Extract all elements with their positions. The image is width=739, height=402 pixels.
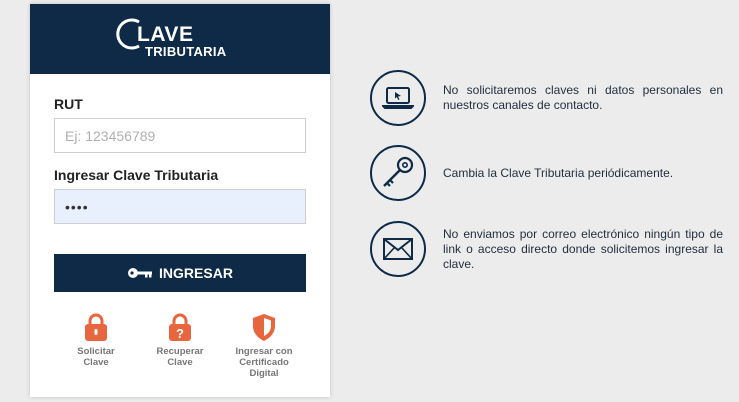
certificate-login-link[interactable]: Ingresar con Certificado Digital — [222, 312, 306, 379]
tip-no-email-links-text: No enviamos por correo electrónico ningú… — [443, 226, 723, 271]
login-button[interactable]: INGRESAR — [54, 254, 306, 292]
tip-change-key: Cambia la Clave Tributaria periódicament… — [370, 145, 732, 201]
key-icon — [127, 267, 153, 279]
certificate-login-label: Ingresar con Certificado Digital — [235, 346, 293, 379]
rut-input[interactable] — [54, 118, 306, 153]
login-card: LAVE TRIBUTARIA RUT Ingresar Clave Tribu… — [30, 4, 330, 397]
auth-options: Solicitar Clave ? Recuperar Clave Ingres… — [54, 312, 306, 379]
request-key-link[interactable]: Solicitar Clave — [54, 312, 138, 379]
card-header: LAVE TRIBUTARIA — [30, 4, 330, 74]
request-key-label: Solicitar Clave — [77, 346, 115, 368]
recover-key-link[interactable]: ? Recuperar Clave — [138, 312, 222, 379]
recover-key-label: Recuperar Clave — [156, 346, 204, 368]
shield-icon — [253, 314, 275, 341]
tip-no-credentials: No solicitaremos claves ni datos persona… — [370, 70, 732, 126]
key-icon — [370, 145, 426, 201]
tip-no-credentials-text: No solicitaremos claves ni datos persona… — [443, 83, 723, 112]
password-label: Ingresar Clave Tributaria — [54, 167, 219, 183]
envelope-icon — [370, 221, 426, 277]
lock-icon — [85, 313, 107, 341]
tip-change-key-text: Cambia la Clave Tributaria periódicament… — [443, 165, 674, 180]
svg-text:?: ? — [176, 326, 184, 341]
laptop-icon — [370, 70, 426, 126]
login-button-label: INGRESAR — [159, 265, 233, 281]
clave-tributaria-logo: LAVE TRIBUTARIA — [115, 17, 245, 61]
tip-no-email-links: No enviamos por correo electrónico ningú… — [370, 221, 732, 277]
password-input[interactable] — [54, 189, 306, 224]
login-form: RUT Ingresar Clave Tributaria INGRESAR — [30, 96, 330, 379]
rut-label: RUT — [54, 96, 83, 112]
logo-text-tributaria: TRIBUTARIA — [145, 44, 227, 59]
lock-question-icon: ? — [169, 313, 191, 341]
